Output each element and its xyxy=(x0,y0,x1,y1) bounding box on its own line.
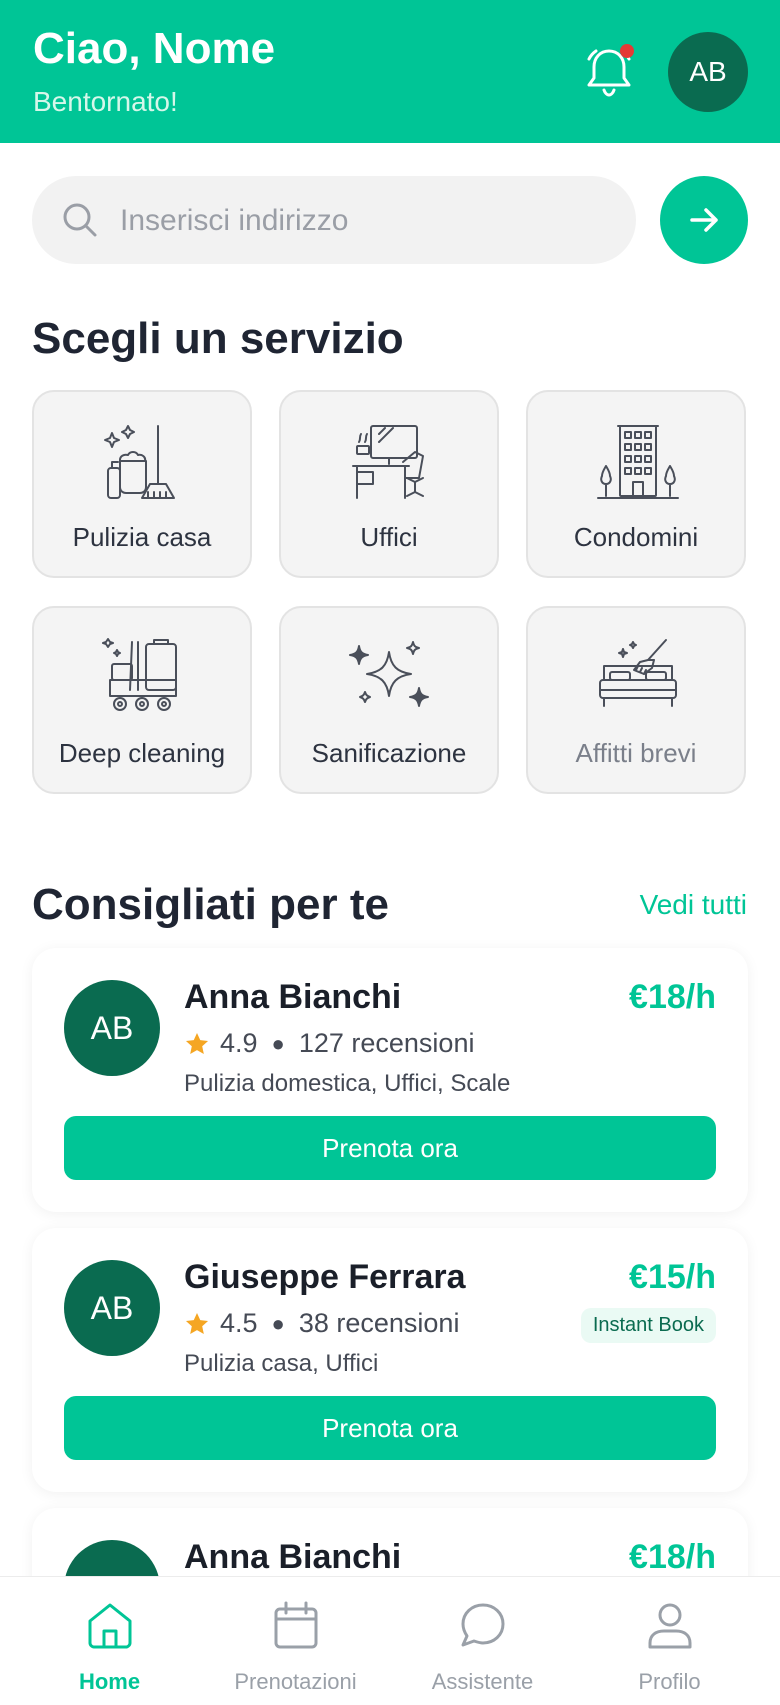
sparkles-icon xyxy=(349,641,429,707)
provider-rating: 4.5 ● 38 recensioni xyxy=(184,1308,459,1339)
service-tile-uffici[interactable]: Uffici xyxy=(279,390,499,578)
book-now-button[interactable]: Prenota ora xyxy=(64,1116,716,1180)
provider-price: €18/h xyxy=(629,1538,716,1576)
app-header: Ciao, Nome Bentornato! AB xyxy=(0,0,780,143)
star-icon xyxy=(185,1312,209,1334)
services-title: Scegli un servizio xyxy=(32,314,404,363)
instant-book-badge: Instant Book xyxy=(580,1308,716,1343)
book-now-button[interactable]: Prenota ora xyxy=(64,1396,716,1460)
separator-dot: ● xyxy=(271,1030,285,1056)
provider-rating: 4.9 ● 127 recensioni xyxy=(184,1028,474,1059)
search-submit-button[interactable] xyxy=(660,176,748,264)
provider-card[interactable]: AB Giuseppe Ferrara €15/h 4.5 ● 38 recen… xyxy=(32,1228,748,1492)
rating-value: 4.5 xyxy=(220,1308,258,1338)
cleaning-cart-icon xyxy=(102,638,177,711)
user-icon xyxy=(648,1603,692,1649)
nav-prenotazioni[interactable]: Prenotazioni xyxy=(198,1577,393,1705)
search-icon xyxy=(63,203,97,237)
building-icon xyxy=(597,425,679,499)
see-all-link[interactable]: Vedi tutti xyxy=(640,889,747,921)
calendar-icon xyxy=(274,1601,318,1649)
recommended-title: Consigliati per te xyxy=(32,880,389,929)
rating-value: 4.9 xyxy=(220,1028,258,1058)
office-desk-icon xyxy=(352,425,424,499)
nav-label: Home xyxy=(78,1669,141,1694)
provider-name: Anna Bianchi xyxy=(184,978,402,1016)
provider-price: €18/h xyxy=(629,978,716,1016)
provider-services: Pulizia casa, Uffici xyxy=(184,1350,379,1377)
service-label: Deep cleaning xyxy=(58,738,226,768)
chat-icon xyxy=(461,1603,505,1647)
provider-name: Anna Bianchi xyxy=(184,1538,402,1576)
service-tile-condomini[interactable]: Condomini xyxy=(526,390,746,578)
avatar: AB xyxy=(64,980,160,1076)
notification-dot xyxy=(620,44,634,58)
star-icon xyxy=(185,1032,209,1054)
separator-dot: ● xyxy=(271,1310,285,1336)
review-count: 38 recensioni xyxy=(298,1308,460,1338)
service-label: Sanificazione xyxy=(311,738,467,768)
service-label: Condomini xyxy=(573,522,699,552)
service-label: Affitti brevi xyxy=(575,738,697,768)
service-tile-deep-cleaning[interactable]: Deep cleaning xyxy=(32,606,252,794)
nav-assistente[interactable]: Assistente xyxy=(385,1577,580,1705)
service-label: Uffici xyxy=(360,522,418,552)
nav-label: Assistente xyxy=(431,1669,534,1694)
cleaning-supplies-icon xyxy=(104,425,175,499)
service-tile-sanificazione[interactable]: Sanificazione xyxy=(279,606,499,794)
bottom-nav: Home Prenotazioni Assistente Profilo xyxy=(0,1576,780,1705)
review-count: 127 recensioni xyxy=(298,1028,475,1058)
nav-home[interactable]: Home xyxy=(12,1577,207,1705)
service-tile-pulizia-casa[interactable]: Pulizia casa xyxy=(32,390,252,578)
avatar: AB xyxy=(64,1260,160,1356)
greeting-title: Ciao, Nome xyxy=(33,24,276,73)
provider-price: €15/h xyxy=(629,1258,716,1296)
provider-name: Giuseppe Ferrara xyxy=(184,1258,466,1296)
greeting-subtitle: Bentornato! xyxy=(33,86,178,117)
home-icon xyxy=(88,1603,132,1649)
nav-label: Prenotazioni xyxy=(234,1669,357,1694)
provider-services: Pulizia domestica, Uffici, Scale xyxy=(184,1070,511,1097)
nav-label: Profilo xyxy=(638,1669,701,1694)
provider-card[interactable]: AB Anna Bianchi €18/h 4.9 ● 127 recensio… xyxy=(32,948,748,1212)
search-bar[interactable] xyxy=(32,176,636,266)
avatar[interactable]: AB xyxy=(668,32,748,112)
bed-broom-icon xyxy=(599,639,677,707)
nav-profilo[interactable]: Profilo xyxy=(572,1577,767,1705)
service-label: Pulizia casa xyxy=(72,522,212,552)
arrow-right-icon xyxy=(690,208,718,232)
address-input[interactable] xyxy=(118,176,622,266)
service-tile-affitti-brevi[interactable]: Affitti brevi xyxy=(526,606,746,794)
